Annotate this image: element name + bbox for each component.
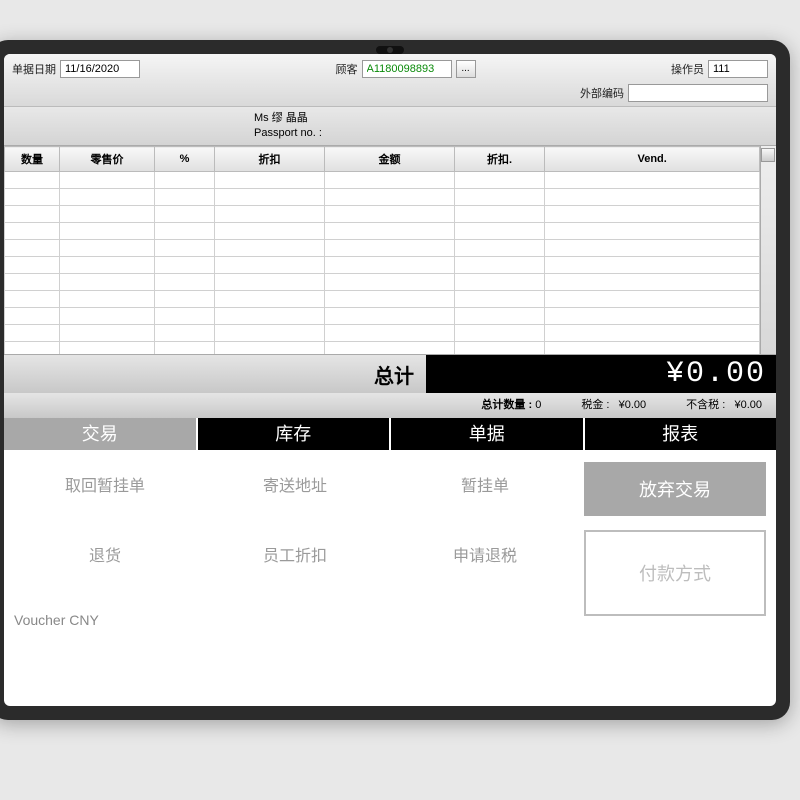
table-row[interactable] (5, 223, 760, 240)
grid-scrollbar[interactable] (760, 146, 776, 354)
col-qty[interactable]: 数量 (5, 147, 60, 172)
table-row[interactable] (5, 308, 760, 325)
total-label: 总计 (374, 360, 426, 389)
tab-transaction[interactable]: 交易 (4, 418, 198, 450)
total-excl: 不含税 : ¥0.00 (686, 396, 762, 412)
ext-code-label: 外部编码 (580, 85, 624, 101)
camera-notch (376, 46, 404, 54)
hold-button[interactable]: 暂挂单 (394, 462, 576, 506)
ship-address-button[interactable]: 寄送地址 (204, 462, 386, 506)
col-vend[interactable]: Vend. (545, 147, 760, 172)
customer-name: Ms 缪 晶晶 (254, 111, 776, 126)
line-items-grid[interactable]: 数量 零售价 % 折扣 金额 折扣. Vend. (4, 145, 776, 355)
customer-info-block: Ms 缪 晶晶 Passport no. : (4, 107, 776, 145)
table-row[interactable] (5, 274, 760, 291)
table-row[interactable] (5, 240, 760, 257)
total-value: ¥0.00 (426, 355, 776, 393)
col-discount[interactable]: 折扣 (215, 147, 325, 172)
col-amount[interactable]: 金额 (325, 147, 455, 172)
subtotals-row: 总计数量 : 0 税金 : ¥0.00 不含税 : ¥0.00 (4, 393, 776, 418)
pos-screen: 单据日期 顾客 ... 操作员 外部编码 Ms 缪 晶晶 Passport no… (4, 54, 776, 706)
table-row[interactable] (5, 172, 760, 189)
return-button[interactable]: 退货 (14, 532, 196, 576)
total-tax: 税金 : ¥0.00 (581, 396, 646, 412)
operator-field[interactable] (708, 60, 768, 78)
voucher-cny-button[interactable]: Voucher CNY (14, 602, 196, 638)
staff-discount-button[interactable]: 员工折扣 (204, 532, 386, 576)
abandon-transaction-button[interactable]: 放弃交易 (584, 462, 766, 516)
scroll-up-icon[interactable] (761, 148, 775, 162)
col-pct[interactable]: % (155, 147, 215, 172)
monitor-frame: 单据日期 顾客 ... 操作员 外部编码 Ms 缪 晶晶 Passport no… (0, 40, 790, 720)
total-bar: 总计 ¥0.00 (4, 355, 776, 393)
table-row[interactable] (5, 342, 760, 356)
table-row[interactable] (5, 325, 760, 342)
table-row[interactable] (5, 291, 760, 308)
date-label: 单据日期 (12, 61, 56, 77)
date-field[interactable] (60, 60, 140, 78)
actions-panel: 取回暂挂单 退货 Voucher CNY 寄送地址 员工折扣 暂挂单 申请退税 … (4, 450, 776, 650)
ext-code-field[interactable] (628, 84, 768, 102)
table-row[interactable] (5, 206, 760, 223)
customer-label: 顾客 (336, 61, 358, 77)
tab-reports[interactable]: 报表 (585, 418, 777, 450)
customer-lookup-button[interactable]: ... (456, 60, 476, 78)
recall-hold-button[interactable]: 取回暂挂单 (14, 462, 196, 506)
header-bar: 单据日期 顾客 ... 操作员 外部编码 (4, 54, 776, 107)
col-retail[interactable]: 零售价 (60, 147, 155, 172)
operator-label: 操作员 (671, 61, 704, 77)
tab-docs[interactable]: 单据 (391, 418, 585, 450)
table-row[interactable] (5, 189, 760, 206)
table-row[interactable] (5, 257, 760, 274)
customer-field[interactable] (362, 60, 452, 78)
tax-refund-button[interactable]: 申请退税 (394, 532, 576, 576)
col-discount2[interactable]: 折扣. (455, 147, 545, 172)
tab-inventory[interactable]: 库存 (198, 418, 392, 450)
tab-row: 交易 库存 单据 报表 (4, 418, 776, 450)
customer-passport: Passport no. : (254, 126, 776, 141)
total-qty: 总计数量 : 0 (481, 396, 541, 412)
payment-method-button[interactable]: 付款方式 (584, 530, 766, 616)
